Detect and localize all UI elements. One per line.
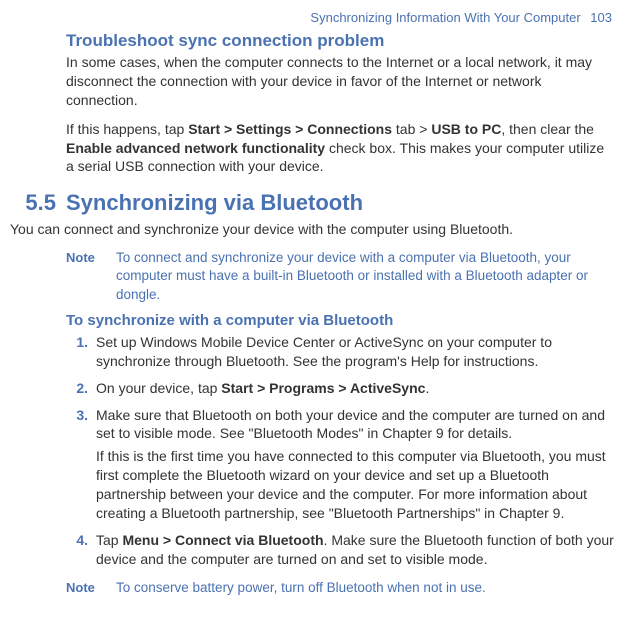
step-text: Set up Windows Mobile Device Center or A… bbox=[96, 333, 614, 371]
step-text: Tap Menu > Connect via Bluetooth. Make s… bbox=[96, 531, 614, 569]
document-page: Synchronizing Information With Your Comp… bbox=[0, 0, 642, 613]
step-body: Make sure that Bluetooth on both your de… bbox=[96, 406, 614, 527]
step-number: 3. bbox=[66, 406, 88, 527]
section-heading-row: 5.5 Synchronizing via Bluetooth bbox=[10, 190, 614, 216]
list-item: 2. On your device, tap Start > Programs … bbox=[66, 379, 614, 402]
step-number: 1. bbox=[66, 333, 88, 375]
troubleshoot-p2: If this happens, tap Start > Settings > … bbox=[66, 120, 614, 177]
note-text: To conserve battery power, turn off Blue… bbox=[116, 579, 614, 597]
list-item: 3. Make sure that Bluetooth on both your… bbox=[66, 406, 614, 527]
troubleshoot-section: Troubleshoot sync connection problem In … bbox=[66, 31, 614, 176]
text-fragment: . bbox=[425, 380, 429, 396]
text-fragment: , then clear the bbox=[501, 121, 594, 137]
note-label: Note bbox=[66, 249, 116, 304]
steps-list: 1. Set up Windows Mobile Device Center o… bbox=[66, 333, 614, 573]
step-number: 4. bbox=[66, 531, 88, 573]
procedure-heading: To synchronize with a computer via Bluet… bbox=[66, 312, 614, 329]
step-text: If this is the first time you have conne… bbox=[96, 447, 614, 523]
step-body: Set up Windows Mobile Device Center or A… bbox=[96, 333, 614, 375]
ui-path: USB to PC bbox=[431, 121, 501, 137]
note-block: Note To conserve battery power, turn off… bbox=[66, 579, 614, 597]
note-text: To connect and synchronize your device w… bbox=[116, 249, 614, 304]
troubleshoot-heading: Troubleshoot sync connection problem bbox=[66, 31, 614, 51]
step-text: Make sure that Bluetooth on both your de… bbox=[96, 406, 614, 444]
ui-path: Start > Programs > ActiveSync bbox=[221, 380, 425, 396]
note-label: Note bbox=[66, 579, 116, 597]
section-number: 5.5 bbox=[10, 190, 56, 216]
text-fragment: On your device, tap bbox=[96, 380, 221, 396]
step-body: On your device, tap Start > Programs > A… bbox=[96, 379, 614, 402]
list-item: 4. Tap Menu > Connect via Bluetooth. Mak… bbox=[66, 531, 614, 573]
step-text: On your device, tap Start > Programs > A… bbox=[96, 379, 614, 398]
step-number: 2. bbox=[66, 379, 88, 402]
section-title: Synchronizing via Bluetooth bbox=[66, 190, 363, 216]
header-title: Synchronizing Information With Your Comp… bbox=[310, 10, 580, 25]
section-intro: You can connect and synchronize your dev… bbox=[10, 220, 614, 239]
note-block: Note To connect and synchronize your dev… bbox=[66, 249, 614, 304]
list-item: 1. Set up Windows Mobile Device Center o… bbox=[66, 333, 614, 375]
page-number: 103 bbox=[590, 10, 612, 25]
text-fragment: If this happens, tap bbox=[66, 121, 188, 137]
ui-path: Menu > Connect via Bluetooth bbox=[122, 532, 323, 548]
running-header: Synchronizing Information With Your Comp… bbox=[10, 10, 614, 25]
troubleshoot-p1: In some cases, when the computer connect… bbox=[66, 53, 614, 110]
ui-path: Enable advanced network functionality bbox=[66, 140, 325, 156]
text-fragment: Tap bbox=[96, 532, 122, 548]
text-fragment: tab > bbox=[392, 121, 431, 137]
ui-path: Start > Settings > Connections bbox=[188, 121, 392, 137]
step-body: Tap Menu > Connect via Bluetooth. Make s… bbox=[96, 531, 614, 573]
